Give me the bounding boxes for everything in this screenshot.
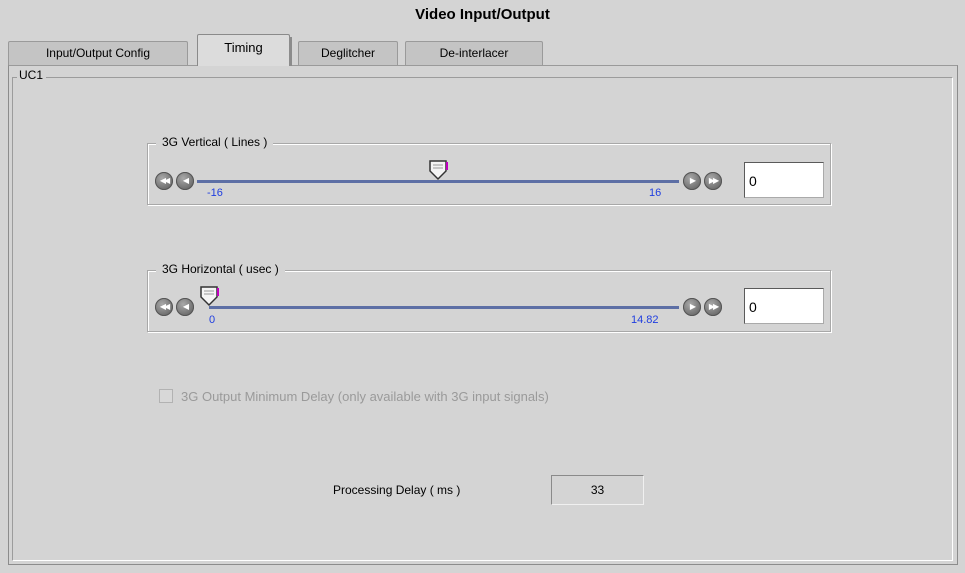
tab-shadow xyxy=(289,37,292,66)
right-arrow-icon: ▶ xyxy=(689,176,696,185)
tab-input-output-config[interactable]: Input/Output Config xyxy=(8,41,188,65)
horizontal-fast-decrement-button[interactable]: ◀◀ xyxy=(155,298,173,316)
min-delay-checkbox[interactable] xyxy=(159,389,173,403)
horizontal-fast-increment-button[interactable]: ▶▶ xyxy=(704,298,722,316)
processing-delay-value: 33 xyxy=(551,475,644,505)
tab-label: De-interlacer xyxy=(439,46,509,60)
left-arrow-icon: ◀ xyxy=(182,176,189,185)
tab-timing[interactable]: Timing xyxy=(197,34,292,66)
vertical-fast-decrement-button[interactable]: ◀◀ xyxy=(155,172,173,190)
horizontal-max-tick-label: 14.82 xyxy=(631,314,659,326)
vertical-group: 3G Vertical ( Lines ) xyxy=(147,135,831,205)
window-title: Video Input/Output xyxy=(415,6,550,23)
tab-de-interlacer[interactable]: De-interlacer xyxy=(405,41,543,65)
vertical-value-input[interactable]: 0 xyxy=(744,162,824,198)
double-right-arrow-icon: ▶▶ xyxy=(708,176,719,185)
tab-bar: Input/Output Config Timing Deglitcher De… xyxy=(8,32,958,66)
right-arrow-icon: ▶ xyxy=(689,302,696,311)
double-left-arrow-icon: ◀◀ xyxy=(159,302,170,311)
horizontal-increment-button[interactable]: ▶ xyxy=(683,298,701,316)
tab-label: Input/Output Config xyxy=(45,46,151,60)
horizontal-group: 3G Horizontal ( usec ) xyxy=(147,262,831,332)
vertical-group-label: 3G Vertical ( Lines ) xyxy=(156,135,274,149)
double-left-arrow-icon: ◀◀ xyxy=(159,176,170,185)
vertical-fast-increment-button[interactable]: ▶▶ xyxy=(704,172,722,190)
vertical-min-tick-label: -16 xyxy=(207,187,223,199)
vertical-max-tick-label: 16 xyxy=(649,187,662,199)
tab-label: Timing xyxy=(224,40,263,55)
horizontal-min-tick-label: 0 xyxy=(209,314,216,326)
timing-panel: UC1 3G Vertical ( Lines ) ◀◀ ◀ -16 16 ▶ … xyxy=(8,65,958,565)
left-arrow-icon: ◀ xyxy=(182,302,189,311)
horizontal-decrement-button[interactable]: ◀ xyxy=(176,298,194,316)
min-delay-label: 3G Output Minimum Delay (only available … xyxy=(181,389,549,404)
processing-delay-label: Processing Delay ( ms ) xyxy=(333,483,461,497)
vertical-decrement-button[interactable]: ◀ xyxy=(176,172,194,190)
double-right-arrow-icon: ▶▶ xyxy=(708,302,719,311)
horizontal-value-input[interactable]: 0 xyxy=(744,288,824,324)
tab-deglitcher[interactable]: Deglitcher xyxy=(298,41,398,65)
horizontal-slider-thumb[interactable] xyxy=(199,285,221,307)
uc1-group-label: UC1 xyxy=(17,68,47,82)
horizontal-group-label: 3G Horizontal ( usec ) xyxy=(156,262,285,276)
vertical-slider-thumb[interactable] xyxy=(428,159,450,181)
tab-label: Deglitcher xyxy=(320,46,376,60)
horizontal-slider-track[interactable] xyxy=(209,306,679,309)
vertical-increment-button[interactable]: ▶ xyxy=(683,172,701,190)
